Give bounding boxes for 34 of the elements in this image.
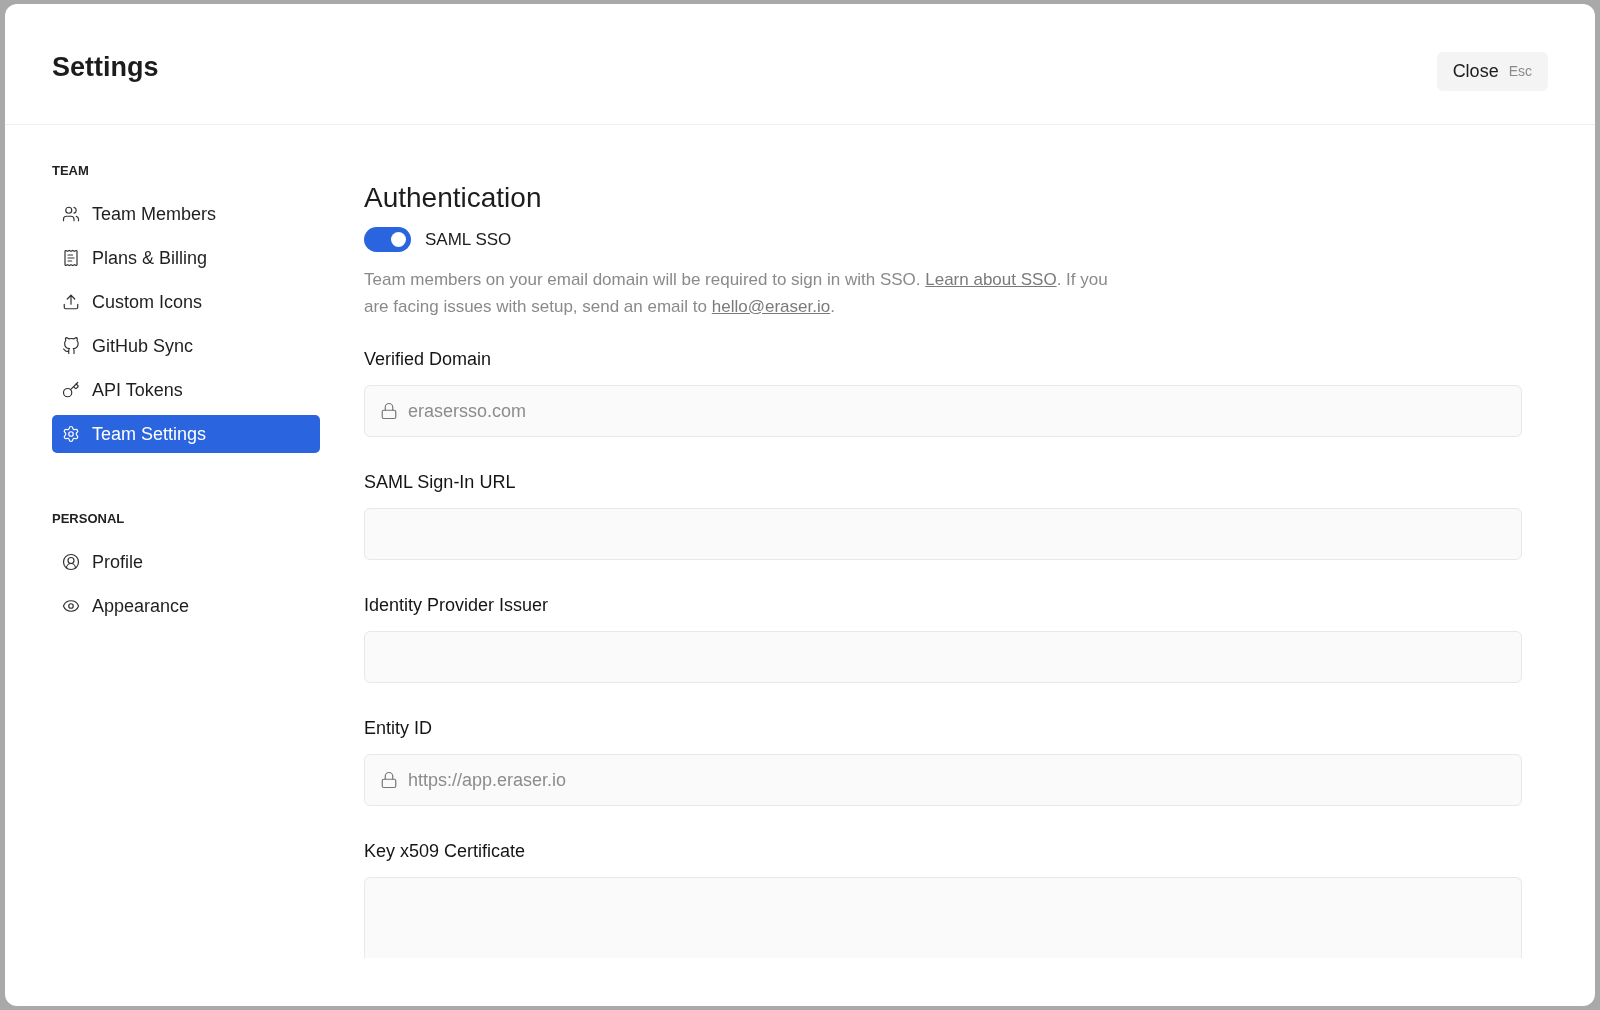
settings-icon	[62, 425, 80, 443]
shortcut-hint: Esc	[1508, 63, 1532, 79]
inline-link[interactable]: Learn about SSO	[925, 270, 1057, 289]
section-heading: TEAM	[52, 163, 90, 179]
receipt-icon	[62, 249, 80, 267]
sidebar-item[interactable]: GitHub Sync	[52, 327, 320, 365]
sidebar-item[interactable]: Appearance	[52, 587, 320, 625]
toggle-switch[interactable]	[364, 227, 411, 252]
sidebar-item[interactable]: Profile	[52, 543, 320, 581]
field-label: Entity ID	[364, 717, 434, 739]
field-label: SAML Sign-In URL	[364, 471, 517, 493]
users-icon	[62, 205, 80, 223]
field-label: Verified Domain	[364, 348, 493, 370]
toggle-label: SAML SSO	[425, 229, 512, 250]
field-label: Identity Provider Issuer	[364, 594, 550, 616]
field-label: Key x509 Certificate	[364, 840, 527, 862]
section-heading: PERSONAL	[52, 511, 126, 527]
user-circle-icon	[62, 553, 80, 571]
dialog-title: Settings	[52, 51, 159, 83]
upload-icon	[62, 293, 80, 311]
inline-link[interactable]: hello@eraser.io	[711, 297, 831, 316]
lock-icon	[380, 771, 398, 789]
sidebar-item[interactable]: Team Members	[52, 195, 320, 233]
sidebar-item[interactable]: API Tokens	[52, 371, 320, 409]
close-button[interactable]: Close Esc	[1436, 51, 1548, 91]
sidebar-item[interactable]: Plans & Billing	[52, 239, 320, 277]
sidebar-item[interactable]: Team Settings	[52, 415, 320, 453]
lock-icon	[380, 402, 398, 420]
eye-icon	[62, 597, 80, 615]
github-icon	[62, 337, 80, 355]
sidebar-item[interactable]: Custom Icons	[52, 283, 320, 321]
description-text: Team members on your email domain will be required to sign in with SSO. Learn about SSO. If you are facing issues with setup, send an email to hello@eraser.io.	[364, 269, 1109, 318]
section-title: Authentication	[364, 181, 543, 215]
key-icon	[62, 381, 80, 399]
